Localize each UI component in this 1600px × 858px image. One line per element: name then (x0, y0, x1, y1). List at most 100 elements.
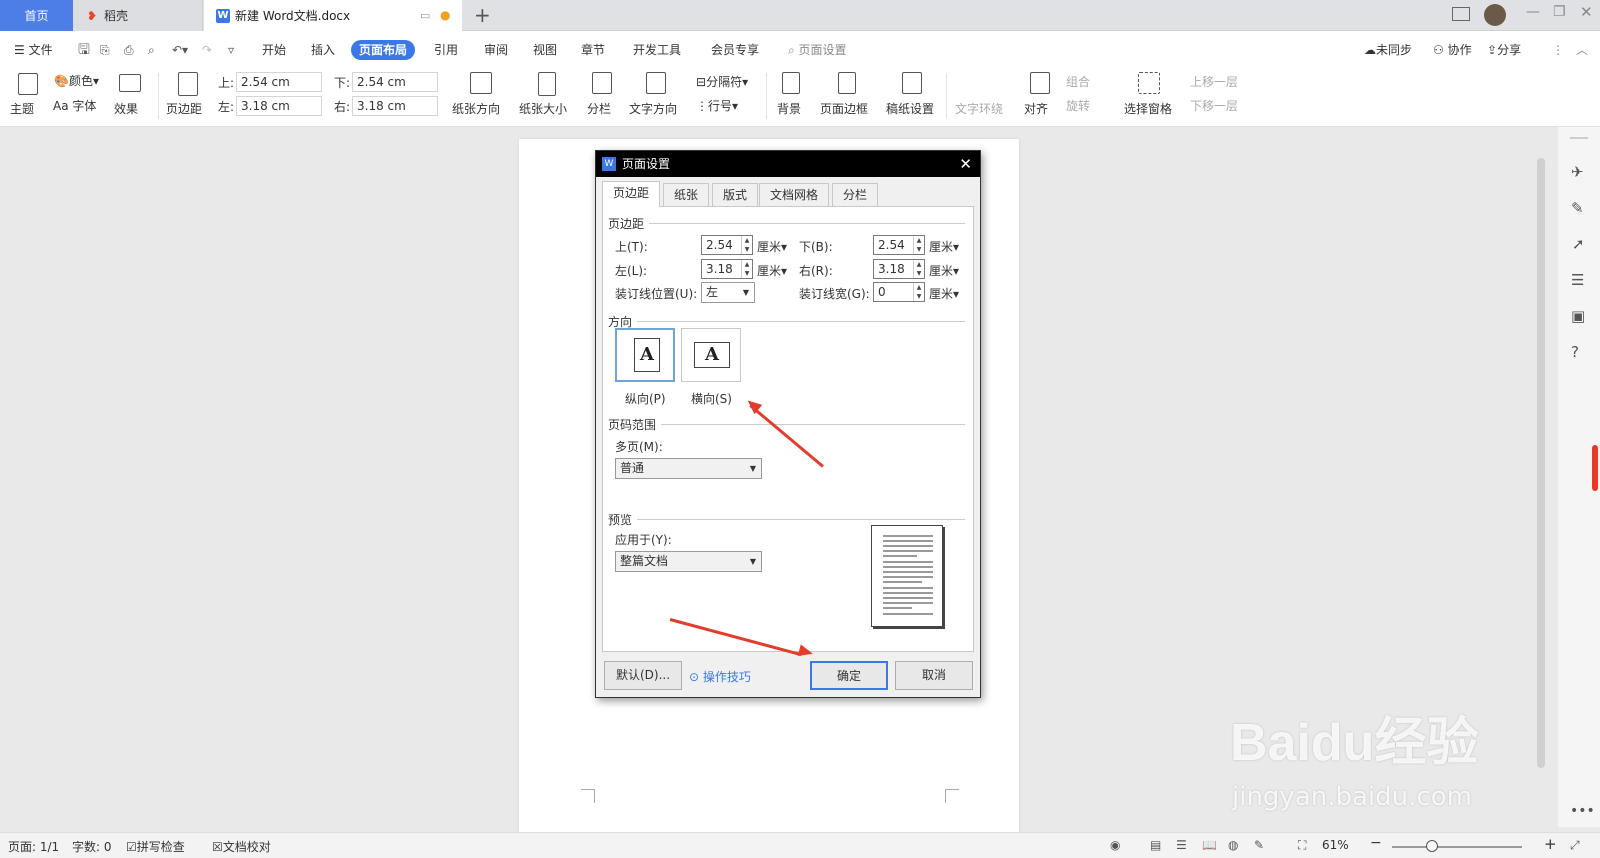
menu-review[interactable]: 审阅 (484, 40, 508, 60)
left-spinner[interactable]: 3.18 ▲ ▼ (701, 259, 753, 279)
left-margin-input[interactable]: 3.18 cm (236, 96, 322, 116)
share-button[interactable]: ⇪分享 (1487, 40, 1521, 60)
tab-doc-grid[interactable]: 文档网格 (759, 183, 830, 206)
tab-layout[interactable]: 版式 (712, 183, 759, 206)
collapse-ribbon-icon[interactable]: ︿ (1576, 40, 1588, 60)
proofread-button[interactable]: ☒文档校对 (212, 838, 271, 855)
help-icon[interactable]: ? (1571, 343, 1579, 361)
zoom-out-button[interactable]: − (1370, 835, 1382, 851)
settings-sliders-icon[interactable]: ☰ (1571, 271, 1584, 289)
font-button[interactable]: Aa 字体 (53, 97, 96, 114)
spinner-arrows-icon[interactable]: ▲ ▼ (741, 236, 752, 254)
page-border-button[interactable]: 页面边框 (820, 100, 868, 117)
bring-forward-button[interactable]: 上移一层 (1190, 73, 1238, 90)
background-button[interactable]: 背景 (777, 100, 801, 117)
window-icon[interactable]: ▭ (420, 9, 430, 22)
tips-link[interactable]: ⊙ 操作技巧 (689, 668, 751, 685)
cursor-icon[interactable]: ➚ (1572, 235, 1585, 253)
align-button[interactable]: 对齐 (1024, 100, 1048, 117)
collab-button[interactable]: ⚇ 协作 (1433, 40, 1472, 60)
redo-icon[interactable]: ↷ (202, 40, 212, 60)
preview-icon[interactable]: ⌕ (148, 40, 155, 60)
page-count[interactable]: 页面: 1/1 (8, 838, 59, 855)
select-pane-button[interactable]: 选择窗格 (1124, 100, 1172, 117)
undo-icon[interactable]: ↶▾ (172, 40, 188, 60)
archive-icon[interactable]: ▣ (1571, 307, 1585, 325)
margin-button[interactable]: 页边距 (166, 100, 202, 117)
bottom-spinner[interactable]: 2.54 ▲ ▼ (873, 235, 925, 255)
tab-document[interactable]: W 新建 Word文档.docx ▭ ● (204, 0, 462, 31)
new-tab-button[interactable]: + (474, 3, 491, 27)
gutter-width-spinner[interactable]: 0 ▲ ▼ (873, 282, 925, 302)
edit-pen-icon[interactable]: ✎ (1254, 838, 1264, 852)
more-quick-icon[interactable]: ▿ (228, 40, 234, 60)
apply-to-select[interactable]: 整篇文档 ▼ (615, 551, 762, 572)
theme-button[interactable]: 主题 (10, 100, 34, 117)
zoom-level[interactable]: 61% (1322, 838, 1349, 852)
tab-daoke[interactable]: ❥ 稻壳 (73, 0, 203, 31)
fit-page-icon[interactable]: ⛶ (1298, 838, 1306, 853)
print-icon[interactable]: ⎙ (124, 40, 134, 60)
top-unit[interactable]: 厘米▾ (757, 238, 787, 255)
color-button[interactable]: 🎨颜色▾ (54, 72, 99, 89)
zoom-slider[interactable] (1392, 846, 1522, 848)
minimize-icon[interactable]: — (1526, 4, 1540, 20)
menu-insert[interactable]: 插入 (311, 40, 335, 60)
spell-check-button[interactable]: ☑拼写检查 (126, 838, 185, 855)
rotate-button[interactable]: 旋转 (1066, 97, 1090, 114)
dialog-title-bar[interactable]: W 页面设置 ✕ (596, 151, 980, 177)
send-backward-button[interactable]: 下移一层 (1190, 97, 1238, 114)
close-icon[interactable]: ✕ (959, 151, 972, 177)
cancel-button[interactable]: 取消 (895, 661, 973, 690)
menu-developer[interactable]: 开发工具 (633, 40, 681, 60)
sync-button[interactable]: ☁未同步 (1364, 40, 1412, 60)
read-view-icon[interactable]: 📖 (1202, 838, 1217, 852)
multi-page-select[interactable]: 普通 ▼ (615, 458, 762, 479)
left-unit[interactable]: 厘米▾ (757, 262, 787, 279)
group-button[interactable]: 组合 (1066, 73, 1090, 90)
spinner-arrows-icon[interactable]: ▲ ▼ (913, 236, 924, 254)
menu-chapter[interactable]: 章节 (581, 40, 605, 60)
menu-reference[interactable]: 引用 (434, 40, 458, 60)
rocket-icon[interactable]: ✈ (1571, 163, 1584, 181)
tab-home[interactable]: 首页 (0, 0, 73, 31)
right-spinner[interactable]: 3.18 ▲ ▼ (873, 259, 925, 279)
spinner-arrows-icon[interactable]: ▲ ▼ (913, 283, 924, 301)
more-icon[interactable]: ⋮ (1552, 40, 1564, 60)
menu-file[interactable]: ☰ 文件 (14, 40, 53, 60)
more-dots-icon[interactable]: ••• (1570, 803, 1595, 819)
scrollbar-thumb[interactable] (1537, 158, 1545, 768)
tab-margins[interactable]: 页边距 (602, 181, 661, 207)
close-window-icon[interactable]: ✕ (1580, 3, 1593, 21)
menu-start[interactable]: 开始 (262, 40, 286, 60)
ok-button[interactable]: 确定 (810, 661, 888, 690)
paper-size-button[interactable]: 纸张大小 (519, 100, 567, 117)
restore-icon[interactable]: ❐ (1553, 4, 1566, 20)
breaks-button[interactable]: ⊟分隔符▾ (696, 73, 748, 90)
eye-icon[interactable]: ◉ (1110, 838, 1120, 852)
bottom-margin-input[interactable]: 2.54 cm (352, 72, 438, 92)
draft-paper-button[interactable]: 稿纸设置 (886, 100, 934, 117)
fullscreen-icon[interactable]: ⤢ (1570, 838, 1580, 853)
save-icon[interactable]: 🖫 (78, 40, 90, 60)
gutter-position-select[interactable]: 左 ▼ (701, 282, 755, 303)
effect-button[interactable]: 效果 (114, 100, 138, 117)
tab-paper[interactable]: 纸张 (663, 183, 710, 206)
right-margin-input[interactable]: 3.18 cm (352, 96, 438, 116)
spinner-arrows-icon[interactable]: ▲ ▼ (913, 260, 924, 278)
search-box[interactable]: ⌕ 页面设置 (788, 40, 847, 60)
zoom-slider-handle[interactable] (1426, 840, 1438, 852)
landscape-option[interactable]: A (681, 328, 741, 382)
gutter-unit[interactable]: 厘米▾ (929, 285, 959, 302)
text-wrap-button[interactable]: 文字环绕 (955, 100, 1003, 117)
vertical-scrollbar[interactable] (1534, 130, 1548, 830)
format-painter-icon[interactable]: ⎘ (100, 40, 110, 60)
avatar[interactable] (1484, 4, 1506, 26)
text-direction-button[interactable]: 文字方向 (629, 100, 677, 117)
default-button[interactable]: 默认(D)... (604, 661, 682, 690)
columns-button[interactable]: 分栏 (587, 100, 611, 117)
menu-vip[interactable]: 会员专享 (711, 40, 759, 60)
zoom-in-button[interactable]: + (1544, 835, 1557, 853)
orientation-button[interactable]: 纸张方向 (452, 100, 500, 117)
menu-view[interactable]: 视图 (533, 40, 557, 60)
